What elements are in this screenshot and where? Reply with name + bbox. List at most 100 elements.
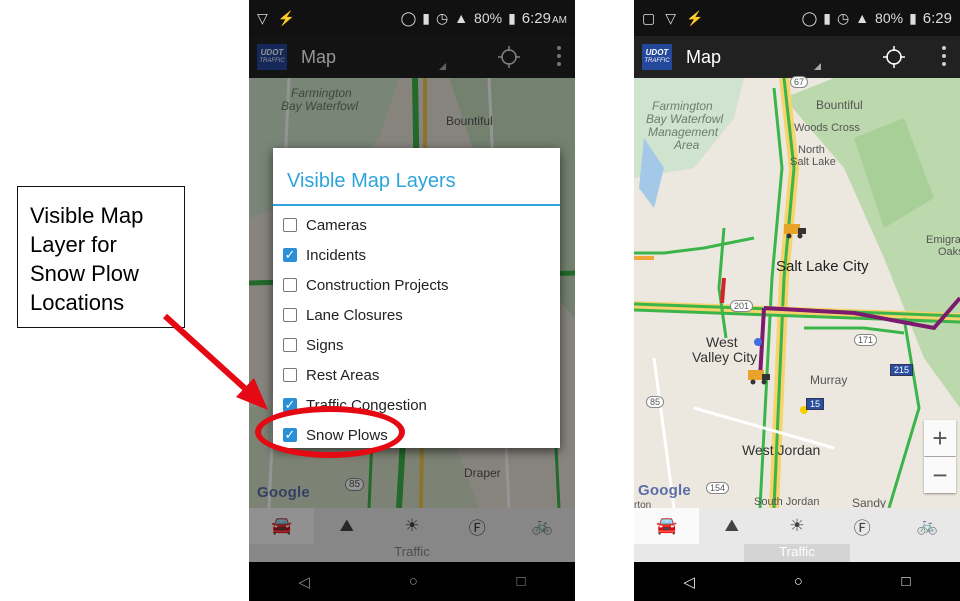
signal-icon: ▲ — [855, 10, 870, 26]
layer-option[interactable]: Construction Projects — [273, 270, 560, 300]
tab-bicycle[interactable]: 🚲 — [510, 508, 575, 544]
wifi-icon: ▽ — [665, 9, 677, 26]
tab-caption: Traffic — [394, 544, 430, 559]
alarm-icon: ◷ — [836, 9, 850, 26]
layer-label: Signs — [306, 336, 344, 354]
udot-traffic-logo: UDOT TRAFFIC — [642, 44, 672, 70]
checkbox-unchecked-icon[interactable] — [283, 338, 297, 352]
clock: 6:29 — [922, 9, 952, 27]
battery-percent: 80% — [875, 10, 904, 26]
battery-icon: ▮ — [508, 9, 516, 26]
screenshot-icon: ▢ — [642, 9, 656, 26]
layer-label: Cameras — [306, 216, 367, 234]
map-label: Oaks — [938, 246, 960, 258]
udot-traffic-logo: UDOT TRAFFIC — [257, 44, 287, 70]
route-shield: 154 — [706, 482, 730, 494]
tab-mountain-passes[interactable]: ⛰ — [314, 508, 379, 544]
layer-option[interactable]: Lane Closures — [273, 300, 560, 330]
back-button[interactable]: ◁ — [683, 573, 695, 591]
tab-weather[interactable]: ☀ — [379, 508, 444, 544]
tab-traffic[interactable]: 🚘 — [249, 508, 315, 544]
car-icon: 🚘 — [271, 516, 293, 535]
tab-weather[interactable]: ☀ — [764, 508, 829, 544]
map-view-spinner[interactable]: Map — [686, 47, 721, 68]
google-logo: Google — [257, 484, 310, 501]
map-label: Salt Lake City — [776, 258, 869, 275]
callout-line: Locations — [30, 290, 125, 315]
checkbox-checked-icon[interactable]: ✓ — [283, 248, 297, 262]
tab-traffic[interactable]: 🚘 — [634, 508, 700, 544]
location-status-icon: ◯ — [400, 9, 417, 26]
overflow-menu-icon[interactable] — [557, 46, 561, 66]
weather-icon: ☀ — [404, 516, 420, 535]
tab-bicycle[interactable]: 🚲 — [895, 508, 960, 544]
route-shield: 201 — [730, 300, 754, 312]
layer-option[interactable]: Signs — [273, 330, 560, 360]
map-view[interactable]: Farmington Bay Waterfowl Management Area… — [634, 76, 960, 511]
visible-layers-dialog: Visible Map Layers Cameras ✓ Incidents Cons… — [273, 148, 560, 448]
tab-fz[interactable]: Ⓕ — [445, 508, 510, 544]
google-logo: Google — [638, 482, 691, 499]
interstate-shield: 215 — [890, 364, 914, 376]
dialog-title: Visible Map Layers — [287, 170, 456, 192]
tab-mountain-passes[interactable]: ⛰ — [699, 508, 764, 544]
mountain-pass-icon: ⛰ — [724, 516, 739, 535]
bicycle-icon: 🚲 — [531, 516, 553, 535]
layer-label: Incidents — [306, 246, 367, 264]
snow-plows-highlight — [255, 406, 405, 458]
home-button[interactable]: ○ — [794, 573, 803, 590]
layer-option[interactable]: ✓ Incidents — [273, 240, 560, 270]
bottom-tab-bar: 🚘 ⛰ ☀ Ⓕ 🚲 Traffic — [634, 508, 960, 562]
checkbox-unchecked-icon[interactable] — [283, 368, 297, 382]
route-shield: 67 — [790, 76, 809, 88]
vibrate-icon: ▮ — [823, 9, 831, 26]
layer-option[interactable]: Rest Areas — [273, 360, 560, 390]
status-bar: ▽ ⚡ ◯ ▮ ◷ ▲ 80% ▮ 6:29AM — [249, 0, 575, 36]
callout-box: Visible Map Layer for Snow Plow Location… — [17, 186, 185, 328]
my-location-icon[interactable] — [497, 45, 521, 69]
clock: 6:29AM — [521, 9, 567, 27]
map-label: North — [798, 144, 825, 156]
app-bar: UDOT TRAFFIC Map — [249, 36, 575, 78]
alarm-icon: ◷ — [435, 9, 449, 26]
battery-icon: ▮ — [909, 9, 917, 26]
map-label: Murray — [810, 373, 848, 387]
tab-caption: Traffic — [744, 544, 850, 562]
map-label: Bay Waterfowl — [281, 99, 359, 113]
checkbox-unchecked-icon[interactable] — [283, 308, 297, 322]
zoom-out-button[interactable]: − — [924, 457, 956, 493]
checkbox-unchecked-icon[interactable] — [283, 218, 297, 232]
map-view-spinner[interactable]: Map — [301, 47, 336, 68]
bicycle-icon: 🚲 — [916, 516, 938, 535]
spinner-dropdown-icon — [814, 63, 821, 70]
wifi-icon: ▽ — [257, 9, 268, 26]
tab-fz[interactable]: Ⓕ — [830, 508, 895, 544]
map-label: West — [706, 334, 738, 350]
battery-percent: 80% — [474, 10, 503, 26]
zoom-in-button[interactable]: + — [924, 420, 956, 456]
signal-icon: ▲ — [454, 10, 469, 26]
map-label: Bountiful — [446, 114, 493, 128]
location-status-icon: ◯ — [801, 9, 818, 26]
bottom-tab-bar: 🚘 ⛰ ☀ Ⓕ 🚲 Traffic — [249, 508, 575, 562]
weather-icon: ☀ — [789, 516, 805, 535]
route-shield: 85 — [345, 478, 365, 491]
overflow-menu-icon[interactable] — [942, 46, 946, 66]
layer-label: Rest Areas — [306, 366, 380, 384]
app-bar: UDOT TRAFFIC Map — [634, 36, 960, 78]
callout-line: Layer for — [30, 232, 117, 257]
spinner-dropdown-icon — [439, 63, 446, 70]
phone-screenshot-left: ▽ ⚡ ◯ ▮ ◷ ▲ 80% ▮ 6:29AM UDOT TRAFFIC Map — [249, 0, 575, 601]
layer-label: Construction Projects — [306, 276, 449, 294]
layer-label: Lane Closures — [306, 306, 403, 324]
fz-icon: Ⓕ — [853, 518, 871, 538]
recents-button[interactable]: □ — [517, 573, 526, 590]
home-button[interactable]: ○ — [409, 573, 418, 590]
map-label: West Jordan — [742, 442, 821, 458]
back-button[interactable]: ◁ — [298, 573, 310, 591]
my-location-icon[interactable] — [882, 45, 906, 69]
checkbox-unchecked-icon[interactable] — [283, 278, 297, 292]
recents-button[interactable]: □ — [902, 573, 911, 590]
layer-option[interactable]: Cameras — [273, 210, 560, 240]
charging-icon: ⚡ — [277, 9, 296, 26]
